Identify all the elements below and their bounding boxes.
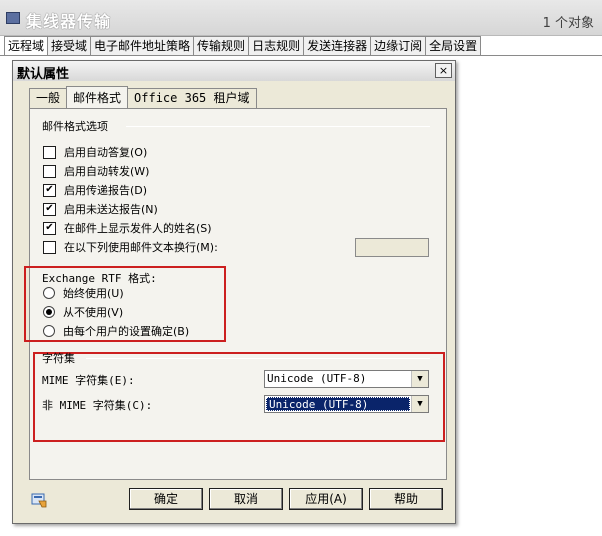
- charset-separator: [86, 358, 430, 359]
- checkbox-auto-forward[interactable]: 启用自动转发(W): [43, 163, 149, 179]
- nonmime-charset-select[interactable]: Unicode (UTF-8) ▼: [264, 395, 429, 413]
- radio-per-user-setting[interactable]: 由每个用户的设置确定(B): [43, 323, 189, 339]
- mime-charset-select[interactable]: Unicode (UTF-8) ▼: [264, 370, 429, 388]
- window-title: 集线器传输: [26, 12, 112, 31]
- checkbox-box[interactable]: ✔: [43, 183, 56, 197]
- checkbox-box[interactable]: ✔: [43, 221, 56, 235]
- checkbox-box[interactable]: [43, 164, 56, 178]
- tab-transport-rules[interactable]: 传输规则: [193, 36, 250, 56]
- chevron-down-icon[interactable]: ▼: [411, 371, 428, 387]
- dialog-tabs: 一般 邮件格式 Office 365 租户域: [29, 86, 257, 108]
- main-tabs: 远程域 接受域 电子邮件地址策略 传输规则 日志规则 发送连接器 边缘订阅 全局…: [4, 36, 482, 57]
- nonmime-charset-value: Unicode (UTF-8): [266, 397, 410, 411]
- exchange-help-icon[interactable]: [30, 491, 48, 509]
- radio-label: 由每个用户的设置确定(B): [63, 325, 190, 338]
- cancel-button[interactable]: 取消: [209, 488, 283, 510]
- radio-button[interactable]: [43, 306, 55, 318]
- mime-charset-label: MIME 字符集(E):: [42, 374, 135, 387]
- object-count: 1 个对象: [542, 16, 594, 31]
- tab-edge-subscriptions[interactable]: 边缘订阅: [370, 36, 427, 56]
- tab-remote-domains[interactable]: 远程域: [4, 36, 49, 57]
- window-title-bar: 集线器传输 1 个对象: [0, 0, 602, 36]
- message-format-panel: 邮件格式选项 启用自动答复(O) 启用自动转发(W) ✔ 启用传递报告(D) ✔…: [24, 108, 447, 480]
- dialog-title-bar: 默认属性 ×: [13, 61, 455, 82]
- rtf-group-label: Exchange RTF 格式:: [42, 272, 157, 285]
- checkbox-label: 启用自动转发(W): [64, 165, 150, 178]
- tab-general[interactable]: 一般: [29, 88, 68, 108]
- options-group-label: 邮件格式选项: [42, 120, 108, 133]
- checkbox-delivery-reports[interactable]: ✔ 启用传递报告(D): [43, 182, 147, 198]
- properties-dialog: 默认属性 × 一般 邮件格式 Office 365 租户域 邮件格式选项 启用自…: [12, 60, 456, 524]
- close-button[interactable]: ×: [435, 63, 452, 78]
- apply-button[interactable]: 应用(A): [289, 488, 363, 510]
- checkbox-display-sender-name[interactable]: ✔ 在邮件上显示发件人的姓名(S): [43, 220, 212, 236]
- line-wrap-input[interactable]: [355, 238, 429, 257]
- app-icon: [6, 12, 20, 24]
- radio-label: 从不使用(V): [63, 306, 124, 319]
- chevron-down-icon[interactable]: ▼: [411, 396, 428, 412]
- close-icon: ×: [438, 64, 449, 77]
- checkbox-box[interactable]: [43, 240, 56, 254]
- dialog-title: 默认属性: [17, 67, 70, 82]
- nonmime-charset-label: 非 MIME 字符集(C):: [42, 399, 153, 412]
- checkbox-auto-reply[interactable]: 启用自动答复(O): [43, 144, 147, 160]
- tab-accepted-domains[interactable]: 接受域: [47, 36, 92, 56]
- checkbox-label: 启用未送达报告(N): [64, 203, 158, 216]
- mime-charset-value: Unicode (UTF-8): [267, 372, 367, 385]
- checkbox-ndr[interactable]: ✔ 启用未送达报告(N): [43, 201, 158, 217]
- radio-button[interactable]: [43, 325, 55, 337]
- ok-button[interactable]: 确定: [129, 488, 203, 510]
- checkbox-label: 启用自动答复(O): [64, 146, 148, 159]
- options-separator: [126, 126, 430, 127]
- checkbox-line-wrap[interactable]: 在以下列使用邮件文本换行(M):: [43, 239, 218, 255]
- help-button[interactable]: 帮助: [369, 488, 443, 510]
- tab-office365-tenant-domains[interactable]: Office 365 租户域: [127, 88, 257, 108]
- checkbox-label: 启用传递报告(D): [64, 184, 148, 197]
- radio-always-use[interactable]: 始终使用(U): [43, 285, 124, 301]
- charset-group-label: 字符集: [42, 352, 75, 365]
- checkbox-label: 在邮件上显示发件人的姓名(S): [64, 222, 212, 235]
- radio-selected-dot: [46, 309, 52, 315]
- radio-button[interactable]: [43, 287, 55, 299]
- checkbox-box[interactable]: [43, 145, 56, 159]
- tab-global-settings[interactable]: 全局设置: [425, 36, 482, 56]
- radio-label: 始终使用(U): [63, 287, 124, 300]
- tab-send-connectors[interactable]: 发送连接器: [303, 36, 372, 56]
- tab-journal-rules[interactable]: 日志规则: [248, 36, 305, 56]
- tab-message-format[interactable]: 邮件格式: [66, 86, 129, 108]
- radio-never-use[interactable]: 从不使用(V): [43, 304, 123, 320]
- tab-email-address-policies[interactable]: 电子邮件地址策略: [90, 36, 195, 56]
- checkbox-box[interactable]: ✔: [43, 202, 56, 216]
- checkbox-label: 在以下列使用邮件文本换行(M):: [64, 241, 218, 254]
